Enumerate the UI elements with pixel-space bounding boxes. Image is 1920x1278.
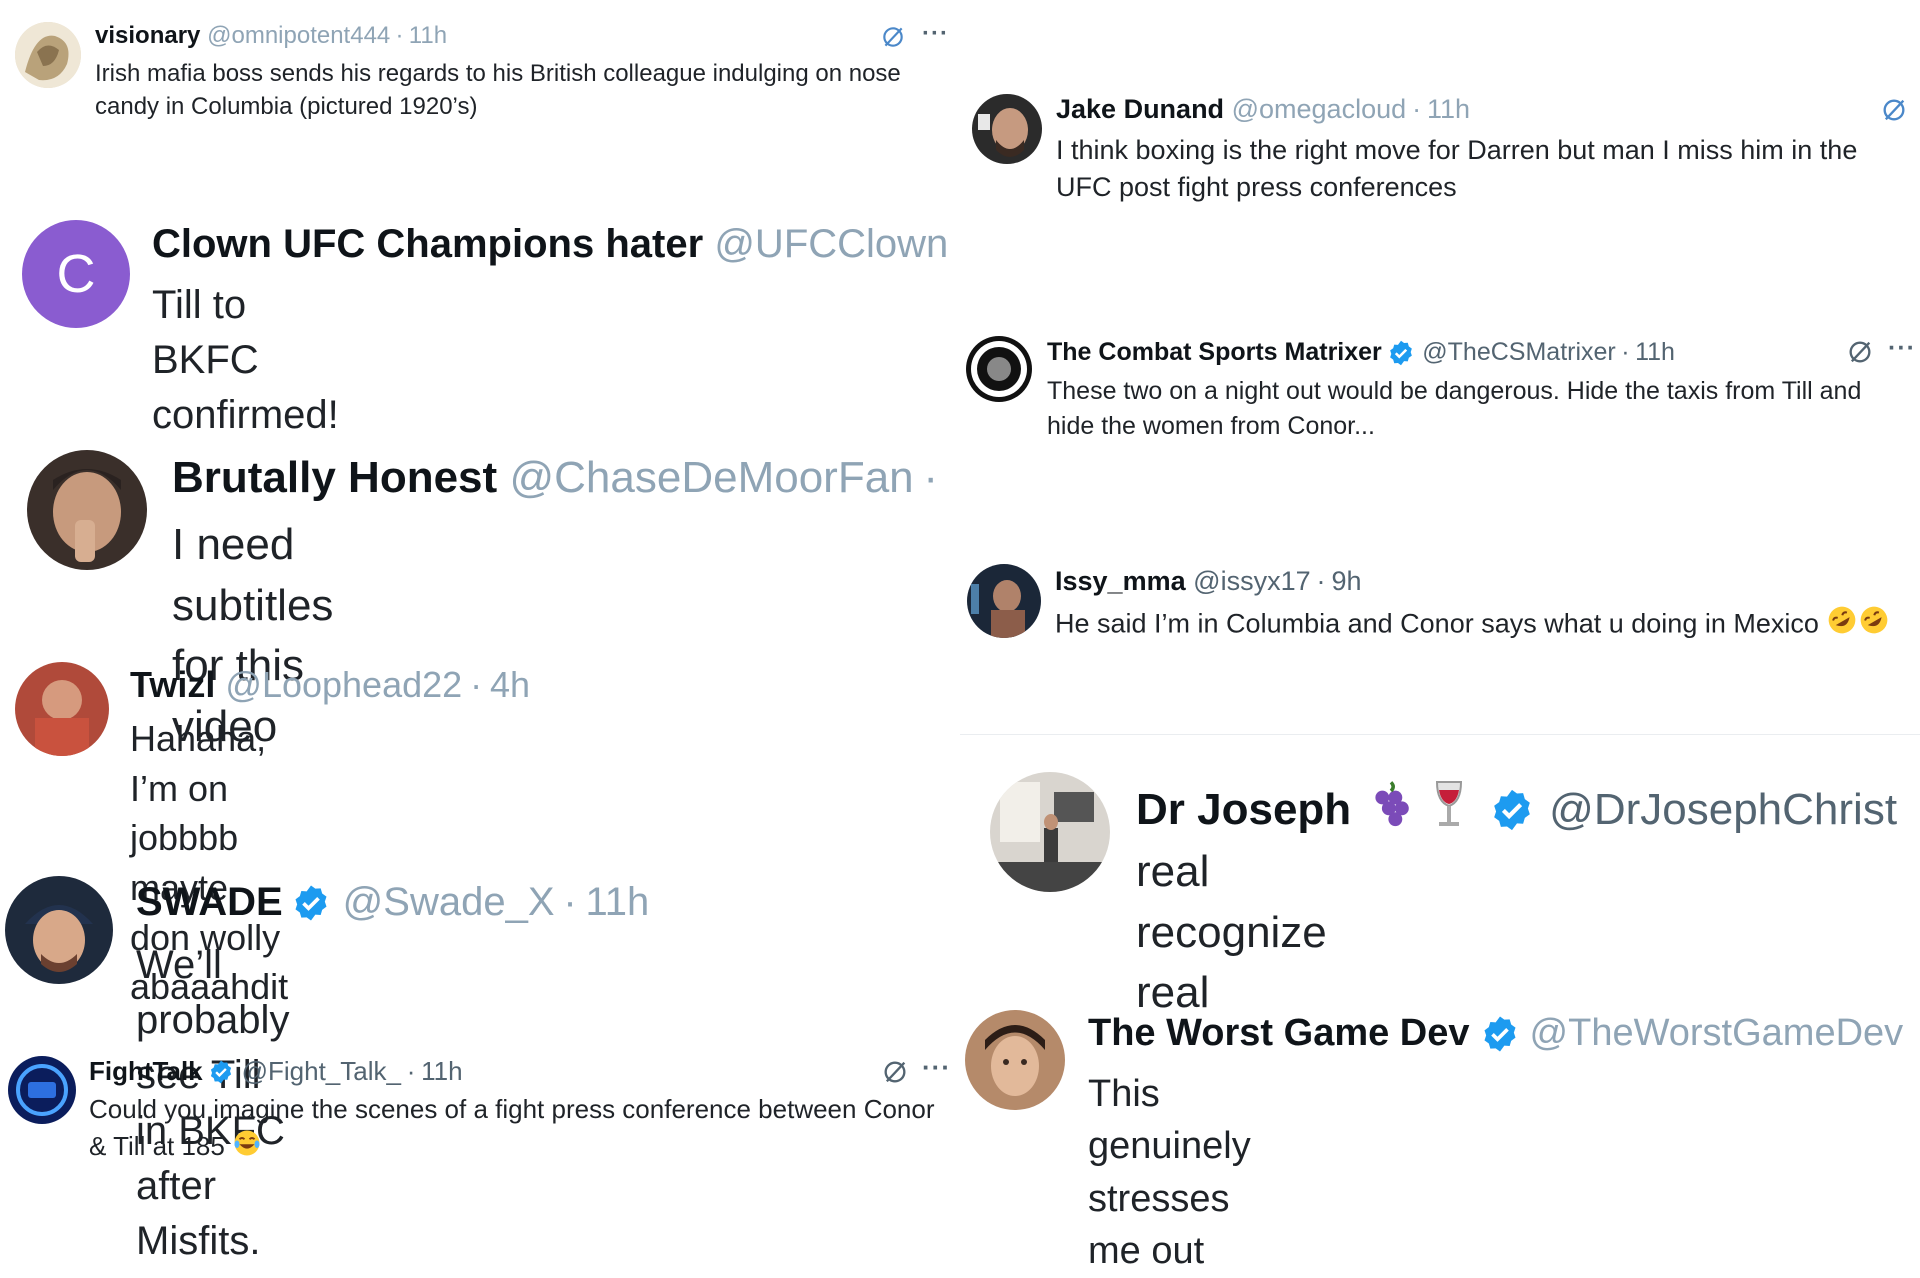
verified-badge-icon: [1480, 1014, 1520, 1054]
grapes-emoji-icon: [1365, 778, 1417, 841]
avatar[interactable]: [5, 876, 113, 984]
avatar-letter: C: [56, 244, 96, 304]
user-handle[interactable]: @ChaseDeMoorFan: [509, 453, 913, 503]
user-handle[interactable]: @omegacloud: [1232, 94, 1407, 125]
user-handle[interactable]: @Fight_Talk_: [242, 1056, 401, 1087]
verified-badge-icon: [208, 1059, 234, 1085]
timestamp[interactable]: 11h: [409, 22, 447, 50]
tweet-text: These two on a night out would be danger…: [1047, 377, 1862, 440]
rofl-emoji-icon: [1858, 604, 1890, 646]
verified-badge-icon: [291, 883, 331, 923]
separator-dot: ·: [1621, 338, 1630, 366]
avatar[interactable]: [967, 564, 1041, 638]
separator-dot: ·: [563, 880, 577, 924]
verified-badge-icon: [1489, 787, 1535, 833]
avatar[interactable]: [965, 1010, 1065, 1110]
grok-icon[interactable]: [881, 1058, 909, 1086]
user-handle[interactable]: @TheWorstGameDev: [1530, 1012, 1904, 1055]
display-name[interactable]: visionary: [95, 22, 200, 50]
user-handle[interactable]: @issyx17: [1193, 566, 1310, 597]
user-handle[interactable]: @Swade_X: [343, 880, 555, 925]
tweet-text: real recognize real: [1136, 847, 1327, 1018]
tweet-text: Could you imagine the scenes of a fight …: [89, 1094, 935, 1161]
separator-dot: ·: [406, 1056, 416, 1086]
timestamp[interactable]: 9h: [1331, 566, 1361, 597]
rofl-emoji-icon: [1826, 604, 1858, 646]
section-divider: [960, 734, 1920, 735]
separator-dot: ·: [1316, 566, 1326, 596]
timestamp[interactable]: 11h: [421, 1056, 462, 1087]
timestamp[interactable]: 11h: [585, 880, 649, 925]
timestamp[interactable]: 4h: [490, 664, 530, 706]
display-name[interactable]: Issy_mma: [1055, 566, 1186, 597]
verified-badge-icon: [1387, 339, 1415, 367]
avatar[interactable]: C: [22, 220, 130, 328]
display-name[interactable]: The Worst Game Dev: [1088, 1012, 1470, 1055]
more-icon[interactable]: ···: [922, 20, 949, 48]
display-name[interactable]: Twizl: [130, 664, 215, 706]
tweet-text: He said I’m in Columbia and Conor says w…: [1055, 608, 1819, 639]
display-name[interactable]: Brutally Honest: [172, 453, 497, 503]
wine-glass-emoji-icon: [1425, 778, 1473, 841]
avatar[interactable]: [972, 94, 1042, 164]
avatar[interactable]: [27, 450, 147, 570]
tweet-text: This genuinely stresses me out: [1088, 1073, 1251, 1273]
separator-dot: ·: [395, 22, 404, 49]
avatar[interactable]: [15, 662, 109, 756]
grok-icon[interactable]: [1846, 338, 1874, 366]
separator-dot: ·: [923, 453, 938, 502]
tweet-text: I think boxing is the right move for Dar…: [1056, 135, 1858, 203]
display-name[interactable]: SWADE: [136, 880, 283, 925]
grok-icon[interactable]: [880, 24, 906, 50]
tears-of-joy-emoji-icon: [232, 1128, 262, 1168]
tweet-text: Till to BKFC confirmed!: [152, 283, 339, 438]
more-icon[interactable]: ···: [1888, 334, 1916, 363]
display-name[interactable]: Jake Dunand: [1056, 94, 1224, 125]
user-handle[interactable]: @UFCClown: [714, 222, 948, 267]
display-name[interactable]: The Combat Sports Matrixer: [1047, 338, 1382, 367]
timestamp[interactable]: 11h: [1427, 94, 1470, 125]
user-handle[interactable]: @TheCSMatrixer: [1422, 338, 1615, 367]
user-handle[interactable]: @omnipotent444: [207, 22, 390, 50]
avatar[interactable]: [8, 1056, 76, 1124]
tweet-text: Irish mafia boss sends his regards to hi…: [95, 60, 901, 121]
timestamp[interactable]: 11h: [1635, 338, 1675, 367]
display-name[interactable]: FightTalk: [89, 1056, 203, 1087]
user-handle[interactable]: @Loophead22: [225, 664, 462, 706]
separator-dot: ·: [470, 664, 483, 705]
avatar[interactable]: [966, 336, 1032, 402]
grok-icon[interactable]: [1880, 96, 1908, 124]
user-handle[interactable]: @DrJosephChrist: [1549, 785, 1897, 835]
avatar[interactable]: [15, 22, 81, 88]
display-name[interactable]: Clown UFC Champions hater: [152, 222, 703, 267]
avatar[interactable]: [990, 772, 1110, 892]
more-icon[interactable]: ···: [922, 1052, 951, 1083]
display-name[interactable]: Dr Joseph: [1136, 785, 1351, 835]
separator-dot: ·: [1412, 94, 1422, 124]
